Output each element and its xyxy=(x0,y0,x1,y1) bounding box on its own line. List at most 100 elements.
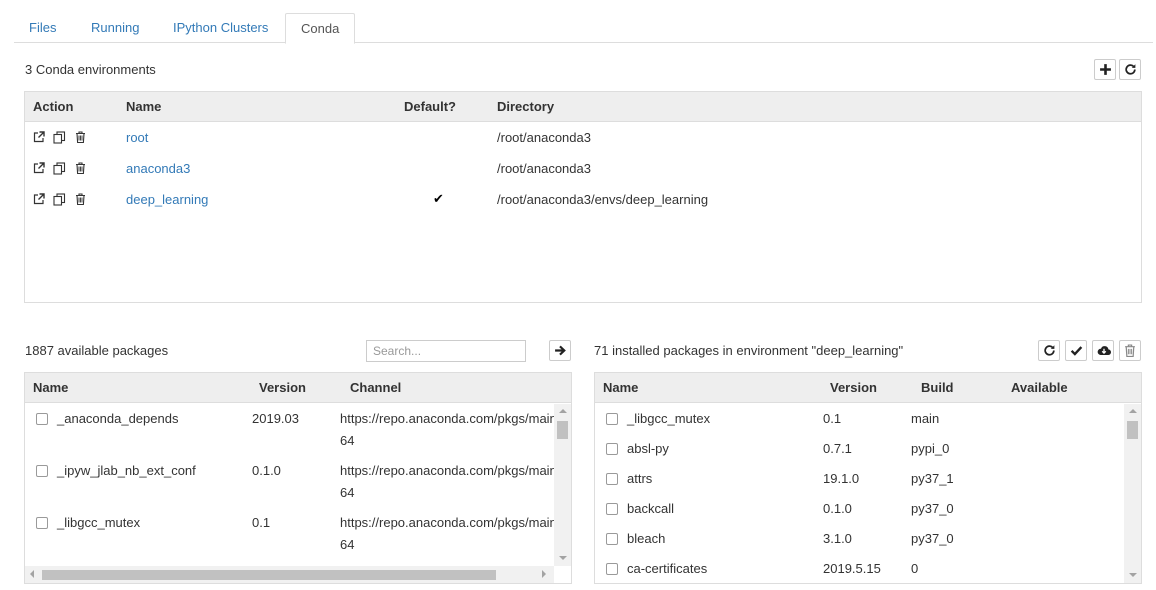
available-horizontal-scrollbar[interactable] xyxy=(25,566,554,583)
package-build: py37_0 xyxy=(911,501,954,516)
scroll-up-icon[interactable] xyxy=(1129,409,1137,413)
installed-packages-table: Name Version Build Available _libgcc_mut… xyxy=(594,372,1142,584)
package-name: attrs xyxy=(627,471,653,486)
package-name: _anaconda_depends xyxy=(57,411,179,426)
package-checkbox[interactable] xyxy=(606,473,618,485)
install-package-button[interactable] xyxy=(549,340,571,361)
check-updates-button[interactable] xyxy=(1038,340,1060,361)
package-checkbox[interactable] xyxy=(36,465,48,477)
environment-row: anaconda3 /root/anaconda3 xyxy=(25,160,1141,182)
package-name: _ipyw_jlab_nb_ext_conf xyxy=(57,463,196,478)
package-channel-wrap: 64 xyxy=(340,433,355,448)
package-build: py37_1 xyxy=(911,471,954,486)
copy-icon[interactable] xyxy=(53,131,66,144)
header-version: Version xyxy=(830,380,877,395)
refresh-icon xyxy=(1125,64,1136,75)
tab-running[interactable]: Running xyxy=(76,13,154,43)
package-row: _libgcc_mutex 0.1 https://repo.anaconda.… xyxy=(25,514,554,558)
environment-name-link[interactable]: anaconda3 xyxy=(126,161,190,176)
cloud-download-icon xyxy=(1097,346,1111,356)
external-link-icon[interactable] xyxy=(33,193,45,205)
create-environment-button[interactable] xyxy=(1094,59,1116,80)
scroll-down-icon[interactable] xyxy=(1129,573,1137,577)
package-checkbox[interactable] xyxy=(36,413,48,425)
package-checkbox[interactable] xyxy=(606,413,618,425)
trash-icon[interactable] xyxy=(75,193,86,205)
package-name: bleach xyxy=(627,531,666,546)
header-default: Default? xyxy=(404,99,456,114)
package-channel: https://repo.anaconda.com/pkgs/main xyxy=(340,463,554,478)
package-search-input[interactable] xyxy=(366,340,526,362)
available-packages-table: Name Version Channel _anaconda_depends 2… xyxy=(24,372,572,584)
package-version: 2019.03 xyxy=(252,411,299,426)
package-checkbox[interactable] xyxy=(36,517,48,529)
package-name: ca-certificates xyxy=(627,561,708,576)
package-checkbox[interactable] xyxy=(606,563,618,575)
trash-icon[interactable] xyxy=(75,131,86,143)
available-table-header: Name Version Channel xyxy=(25,373,571,403)
package-row: _anaconda_depends 2019.03 https://repo.a… xyxy=(25,410,554,454)
environments-table-header: Action Name Default? Directory xyxy=(25,92,1141,122)
arrow-right-icon xyxy=(555,345,566,356)
scroll-thumb[interactable] xyxy=(42,570,496,580)
check-icon xyxy=(1070,346,1083,356)
header-directory: Directory xyxy=(497,99,555,114)
package-checkbox[interactable] xyxy=(606,533,618,545)
installed-package-row: bleach 3.1.0 py37_0 xyxy=(595,530,1124,554)
scroll-down-icon[interactable] xyxy=(559,556,567,560)
available-vertical-scrollbar[interactable] xyxy=(554,404,571,566)
trash-icon[interactable] xyxy=(75,162,86,174)
header-name: Name xyxy=(603,380,639,395)
remove-packages-button[interactable] xyxy=(1119,340,1141,361)
installed-package-row: _libgcc_mutex 0.1 main xyxy=(595,410,1124,434)
installed-package-row: ca-certificates 2019.5.15 0 xyxy=(595,560,1124,584)
scroll-thumb[interactable] xyxy=(557,421,568,439)
external-link-icon[interactable] xyxy=(33,162,45,174)
package-build: 0 xyxy=(911,561,919,576)
package-version: 0.1.0 xyxy=(252,463,281,478)
environment-row: deep_learning ✔ /root/anaconda3/envs/dee… xyxy=(25,191,1141,213)
package-channel-wrap: 64 xyxy=(340,485,355,500)
package-checkbox[interactable] xyxy=(606,443,618,455)
package-channel-wrap: 64 xyxy=(340,537,355,552)
header-name: Name xyxy=(33,380,69,395)
environment-directory: /root/anaconda3/envs/deep_learning xyxy=(497,192,709,207)
tab-ipython-clusters[interactable]: IPython Clusters xyxy=(158,13,283,43)
update-packages-button[interactable] xyxy=(1065,340,1087,361)
scroll-thumb[interactable] xyxy=(1127,421,1138,439)
tab-files[interactable]: Files xyxy=(14,13,71,43)
environment-name-link[interactable]: deep_learning xyxy=(126,192,208,207)
package-name: _libgcc_mutex xyxy=(627,411,711,426)
package-row: _ipyw_jlab_nb_ext_conf 0.1.0 https://rep… xyxy=(25,462,554,506)
package-version: 0.1.0 xyxy=(823,501,852,516)
package-build: py37_0 xyxy=(911,531,954,546)
package-version: 0.7.1 xyxy=(823,441,852,456)
package-name: absl-py xyxy=(627,441,669,456)
header-name: Name xyxy=(126,99,162,114)
package-build: main xyxy=(911,411,940,426)
environment-directory: /root/anaconda3 xyxy=(497,161,591,176)
header-version: Version xyxy=(259,380,306,395)
external-link-icon[interactable] xyxy=(33,131,45,143)
scroll-up-icon[interactable] xyxy=(559,409,567,413)
environment-name-link[interactable]: root xyxy=(126,130,148,145)
available-packages-count: 1887 available packages xyxy=(25,343,169,358)
package-build: pypi_0 xyxy=(911,441,950,456)
header-channel: Channel xyxy=(350,380,402,395)
environments-count: 3 Conda environments xyxy=(25,62,156,77)
package-name: backcall xyxy=(627,501,674,516)
refresh-environments-button[interactable] xyxy=(1119,59,1141,80)
scroll-left-icon[interactable] xyxy=(30,570,34,578)
export-packages-button[interactable] xyxy=(1092,340,1114,361)
scroll-right-icon[interactable] xyxy=(542,570,546,578)
environment-directory: /root/anaconda3 xyxy=(497,130,591,145)
copy-icon[interactable] xyxy=(53,193,66,206)
copy-icon[interactable] xyxy=(53,162,66,175)
package-checkbox[interactable] xyxy=(606,503,618,515)
installed-vertical-scrollbar[interactable] xyxy=(1124,404,1141,583)
header-build: Build xyxy=(921,380,954,395)
package-version: 3.1.0 xyxy=(823,531,852,546)
package-channel: https://repo.anaconda.com/pkgs/main xyxy=(340,515,554,530)
package-version: 0.1 xyxy=(823,411,842,426)
tab-conda[interactable]: Conda xyxy=(285,13,356,44)
